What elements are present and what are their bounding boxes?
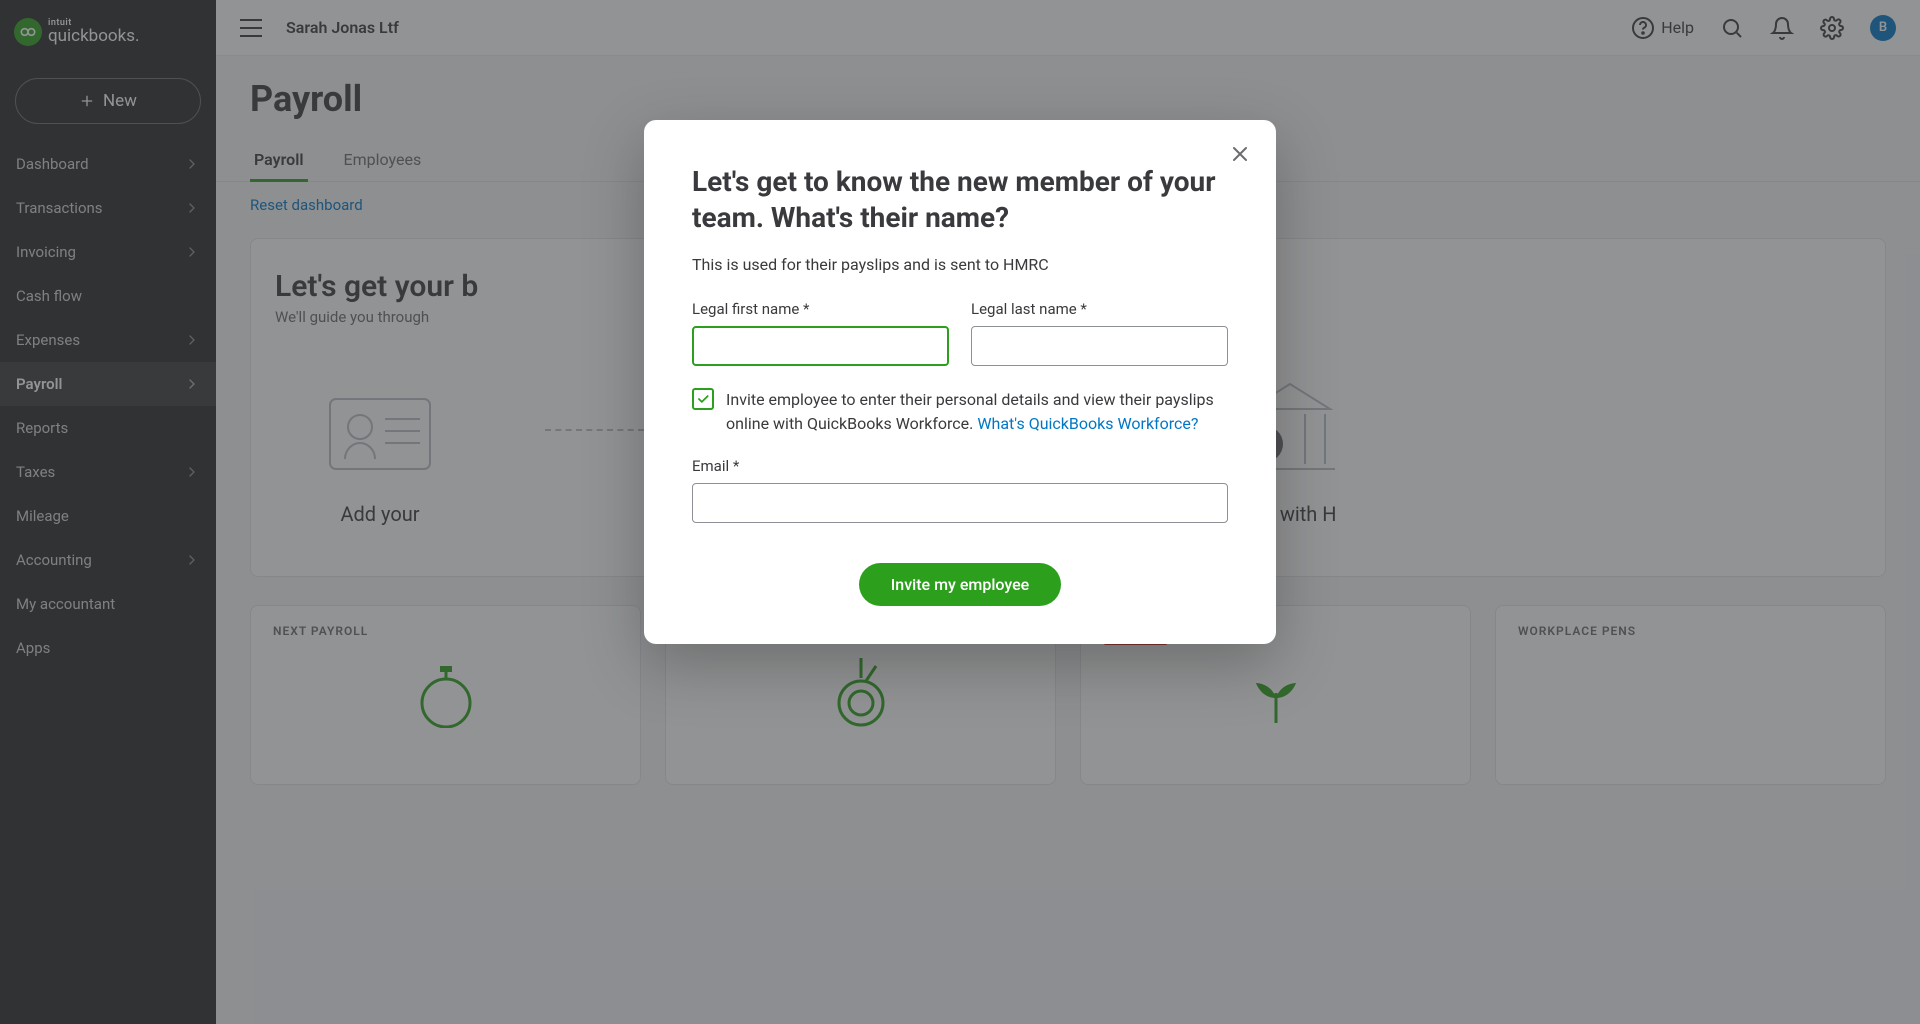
- invite-checkbox[interactable]: [692, 388, 714, 410]
- invite-employee-button[interactable]: Invite my employee: [859, 563, 1062, 606]
- modal-title: Let's get to know the new member of your…: [692, 164, 1228, 237]
- email-label: Email *: [692, 457, 739, 475]
- modal-footer: Invite my employee: [692, 563, 1228, 606]
- email-input[interactable]: [692, 483, 1228, 523]
- invite-checkbox-text: Invite employee to enter their personal …: [726, 388, 1228, 436]
- name-fields-row: Legal first name * Legal last name *: [692, 300, 1228, 366]
- modal-overlay[interactable]: Let's get to know the new member of your…: [0, 0, 1920, 1024]
- first-name-input[interactable]: [692, 326, 949, 366]
- email-field: Email *: [692, 456, 1228, 523]
- add-employee-modal: Let's get to know the new member of your…: [644, 120, 1276, 644]
- first-name-label: Legal first name *: [692, 300, 949, 318]
- close-icon[interactable]: [1228, 142, 1252, 166]
- check-icon: [696, 392, 710, 406]
- invite-checkbox-row: Invite employee to enter their personal …: [692, 388, 1228, 436]
- last-name-field: Legal last name *: [971, 300, 1228, 366]
- modal-subtitle: This is used for their payslips and is s…: [692, 255, 1228, 274]
- last-name-input[interactable]: [971, 326, 1228, 366]
- first-name-field: Legal first name *: [692, 300, 949, 366]
- last-name-label: Legal last name *: [971, 300, 1228, 318]
- workforce-link[interactable]: What's QuickBooks Workforce?: [977, 414, 1198, 433]
